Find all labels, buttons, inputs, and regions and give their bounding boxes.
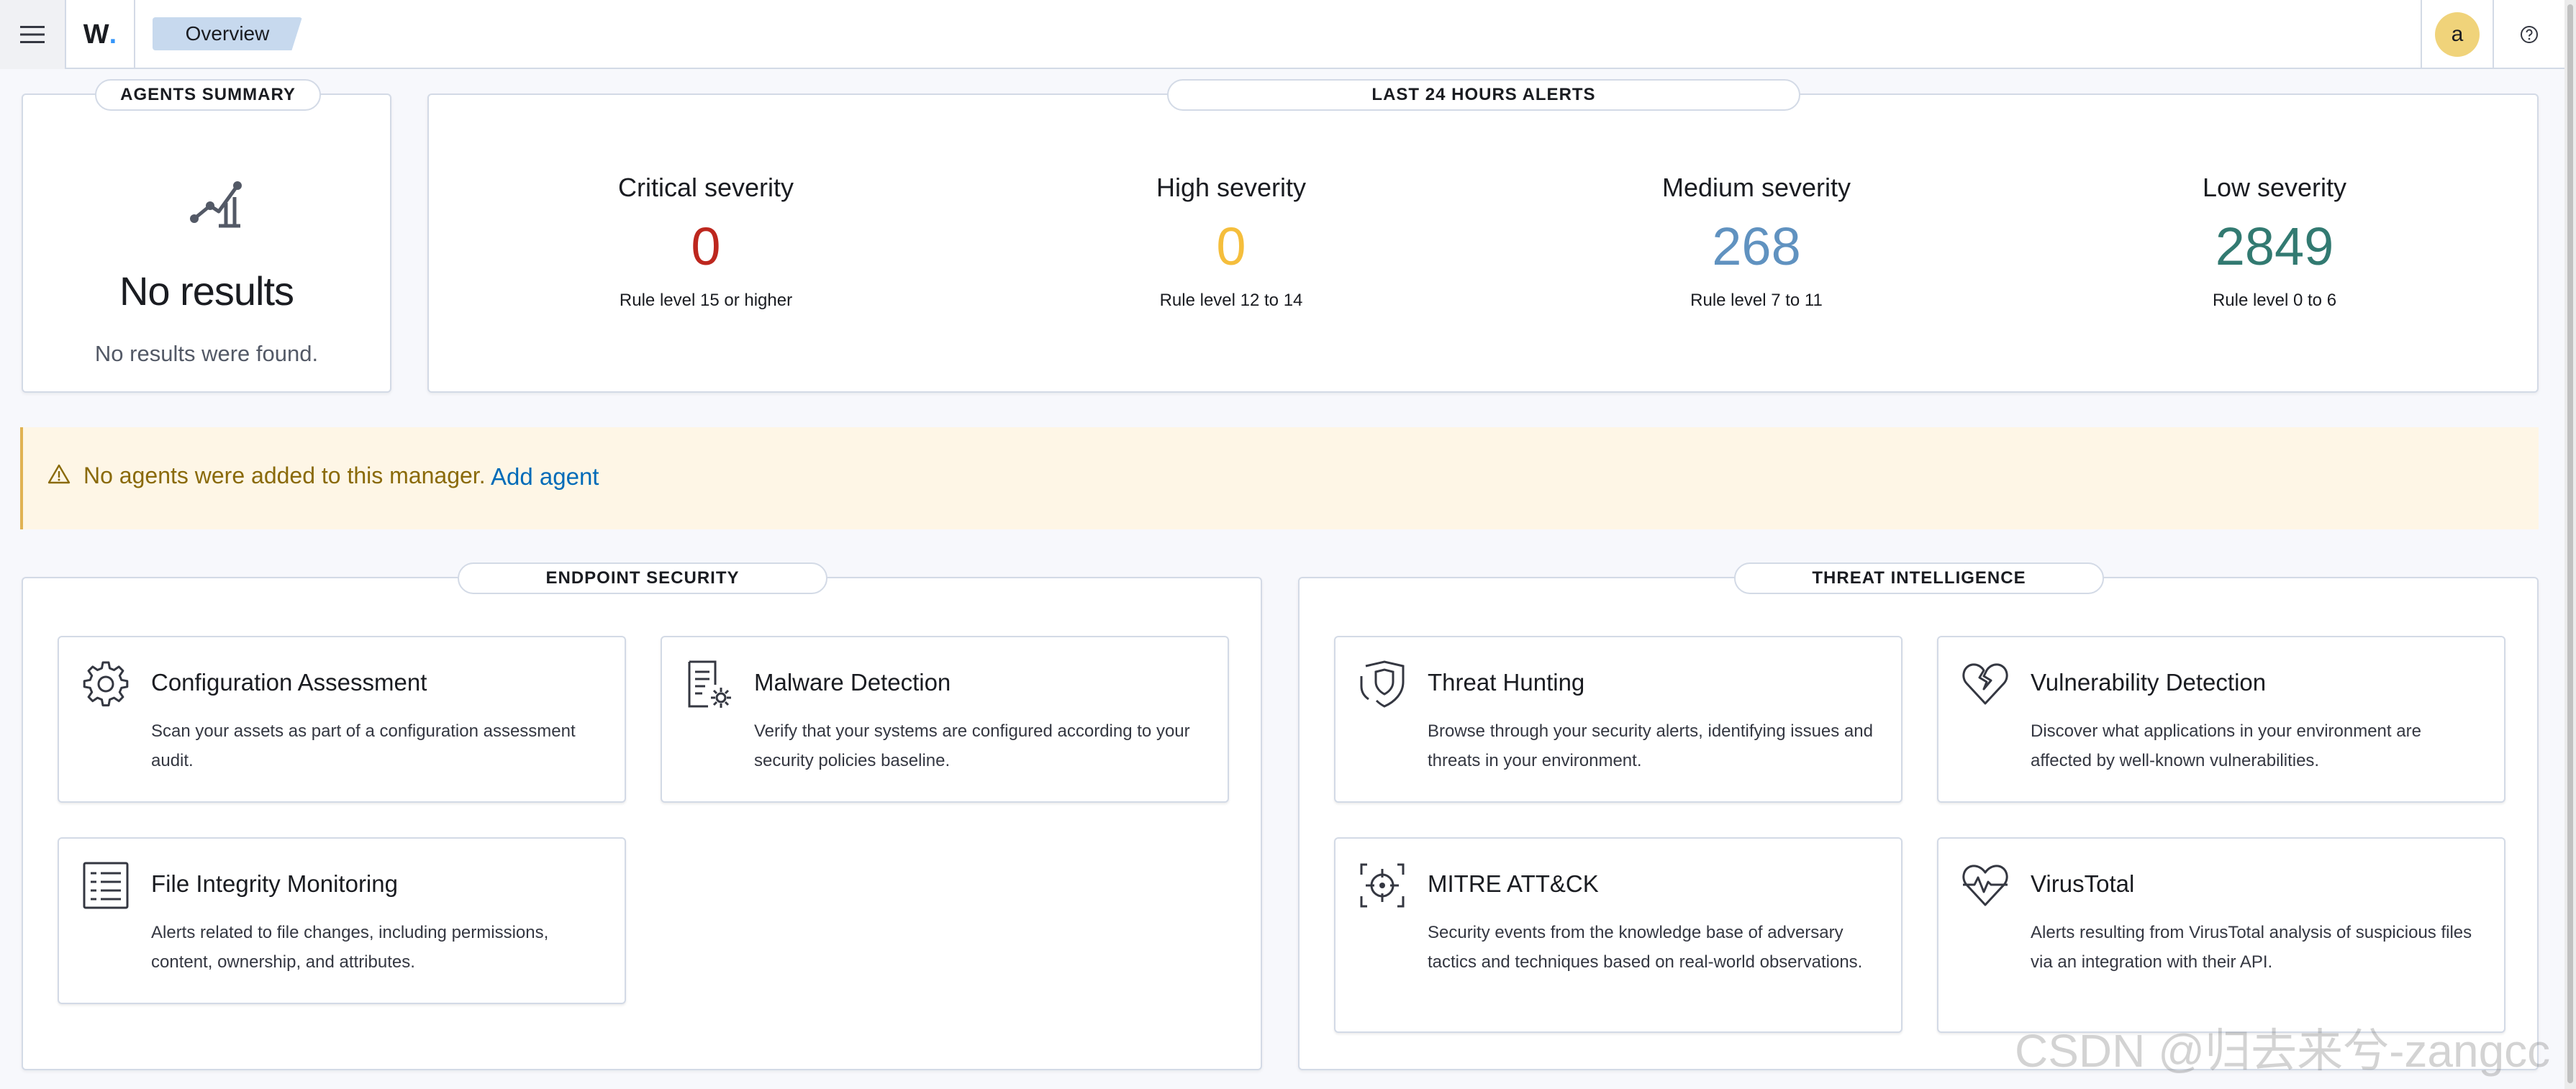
low-severity[interactable]: Low severity 2849 Rule level 0 to 6 bbox=[2163, 95, 2386, 391]
menu-icon bbox=[20, 26, 45, 43]
card-malware-detection[interactable]: Malware Detection Verify that your syste… bbox=[661, 636, 1229, 803]
avatar[interactable]: a bbox=[2435, 12, 2480, 57]
logo-dot: . bbox=[109, 19, 117, 50]
card-description: Alerts related to file changes, includin… bbox=[151, 923, 549, 972]
no-agents-callout: No agents were added to this manager. Ad… bbox=[20, 427, 2539, 529]
critical-severity[interactable]: Critical severity 0 Rule level 15 or hig… bbox=[594, 95, 817, 391]
no-results-title: No results bbox=[119, 268, 294, 314]
alerts-panel: LAST 24 HOURS ALERTS Critical severity 0… bbox=[427, 79, 2539, 393]
menu-button[interactable] bbox=[0, 0, 66, 69]
help-button[interactable] bbox=[2493, 0, 2564, 69]
page-scrollbar[interactable] bbox=[2564, 0, 2576, 1089]
gear-icon bbox=[83, 661, 129, 707]
shield-icon bbox=[1360, 660, 1405, 708]
card-description: Verify that your systems are configured … bbox=[754, 721, 1190, 770]
severity-rule: Rule level 7 to 11 bbox=[1690, 291, 1823, 310]
severity-label: Medium severity bbox=[1661, 173, 1851, 202]
card-configuration-assessment[interactable]: Configuration Assessment Scan your asset… bbox=[58, 636, 626, 803]
heartbeat-icon bbox=[1962, 865, 2008, 906]
card-title: MITRE ATT&CK bbox=[1428, 870, 1599, 897]
card-description: Browse through your security alerts, ide… bbox=[1428, 721, 1873, 770]
document-gear-icon bbox=[688, 660, 731, 708]
agents-summary-panel: AGENTS SUMMARY No results No results wer… bbox=[22, 79, 391, 393]
help-icon bbox=[2521, 26, 2538, 43]
warning-icon bbox=[47, 464, 71, 484]
broken-heart-icon bbox=[1962, 663, 2008, 705]
severity-count[interactable]: 268 bbox=[1638, 216, 1875, 277]
severity-rule: Rule level 0 to 6 bbox=[2212, 291, 2337, 310]
user-menu[interactable]: a bbox=[2421, 0, 2493, 69]
callout-message: No agents were added to this manager. bbox=[83, 463, 486, 488]
severity-count[interactable]: 0 bbox=[594, 216, 817, 277]
card-file-integrity-monitoring[interactable]: File Integrity Monitoring Alerts related… bbox=[58, 837, 626, 1004]
medium-severity[interactable]: Medium severity 268 Rule level 7 to 11 bbox=[1638, 95, 1875, 391]
severity-count[interactable]: 2849 bbox=[2163, 216, 2386, 277]
severity-label: Low severity bbox=[2202, 173, 2347, 202]
card-description: Alerts resulting from VirusTotal analysi… bbox=[2031, 923, 2472, 972]
no-results-subtitle: No results were found. bbox=[94, 341, 319, 366]
card-title: Configuration Assessment bbox=[151, 669, 427, 696]
card-title: Vulnerability Detection bbox=[2031, 669, 2267, 696]
card-title: Malware Detection bbox=[754, 669, 951, 696]
threat-intelligence-title: THREAT INTELLIGENCE bbox=[1734, 562, 2104, 594]
card-vulnerability-detection[interactable]: Vulnerability Detection Discover what ap… bbox=[1937, 636, 2505, 803]
severity-label: High severity bbox=[1156, 173, 1307, 202]
severity-rule: Rule level 15 or higher bbox=[619, 291, 793, 310]
scrollbar-thumb[interactable] bbox=[2567, 4, 2573, 1083]
breadcrumb-overview[interactable]: Overview bbox=[153, 17, 302, 50]
card-title: File Integrity Monitoring bbox=[151, 870, 398, 897]
card-title: Threat Hunting bbox=[1428, 669, 1585, 696]
chart-line-icon bbox=[190, 181, 242, 228]
list-document-icon bbox=[83, 862, 129, 909]
severity-label: Critical severity bbox=[617, 173, 794, 202]
card-description: Security events from the knowledge base … bbox=[1428, 923, 1863, 972]
high-severity[interactable]: High severity 0 Rule level 12 to 14 bbox=[1120, 95, 1343, 391]
add-agent-link[interactable]: Add agent bbox=[491, 463, 599, 491]
wazuh-logo[interactable]: W. bbox=[66, 0, 135, 69]
severity-rule: Rule level 12 to 14 bbox=[1159, 291, 1303, 310]
severity-count[interactable]: 0 bbox=[1120, 216, 1343, 277]
crosshair-icon bbox=[1360, 863, 1405, 908]
card-title: VirusTotal bbox=[2031, 870, 2135, 897]
card-threat-hunting[interactable]: Threat Hunting Browse through your secur… bbox=[1334, 636, 1902, 803]
card-description: Scan your assets as part of a configurat… bbox=[151, 721, 576, 770]
card-description: Discover what applications in your envir… bbox=[2031, 721, 2421, 770]
top-header: W. Overview a bbox=[0, 0, 2564, 69]
threat-intelligence-panel: THREAT INTELLIGENCE Threat Hunting Brows… bbox=[1298, 562, 2539, 1070]
watermark: CSDN @归去来兮-zangcc bbox=[2015, 1025, 2551, 1077]
card-mitre-attack[interactable]: MITRE ATT&CK Security events from the kn… bbox=[1334, 837, 1902, 1033]
endpoint-security-title: ENDPOINT SECURITY bbox=[458, 562, 827, 594]
agents-summary-title: AGENTS SUMMARY bbox=[95, 79, 321, 111]
logo-text: W bbox=[83, 19, 109, 50]
card-virustotal[interactable]: VirusTotal Alerts resulting from VirusTo… bbox=[1937, 837, 2505, 1033]
endpoint-security-panel: ENDPOINT SECURITY Configuration Assessme… bbox=[22, 562, 1262, 1070]
